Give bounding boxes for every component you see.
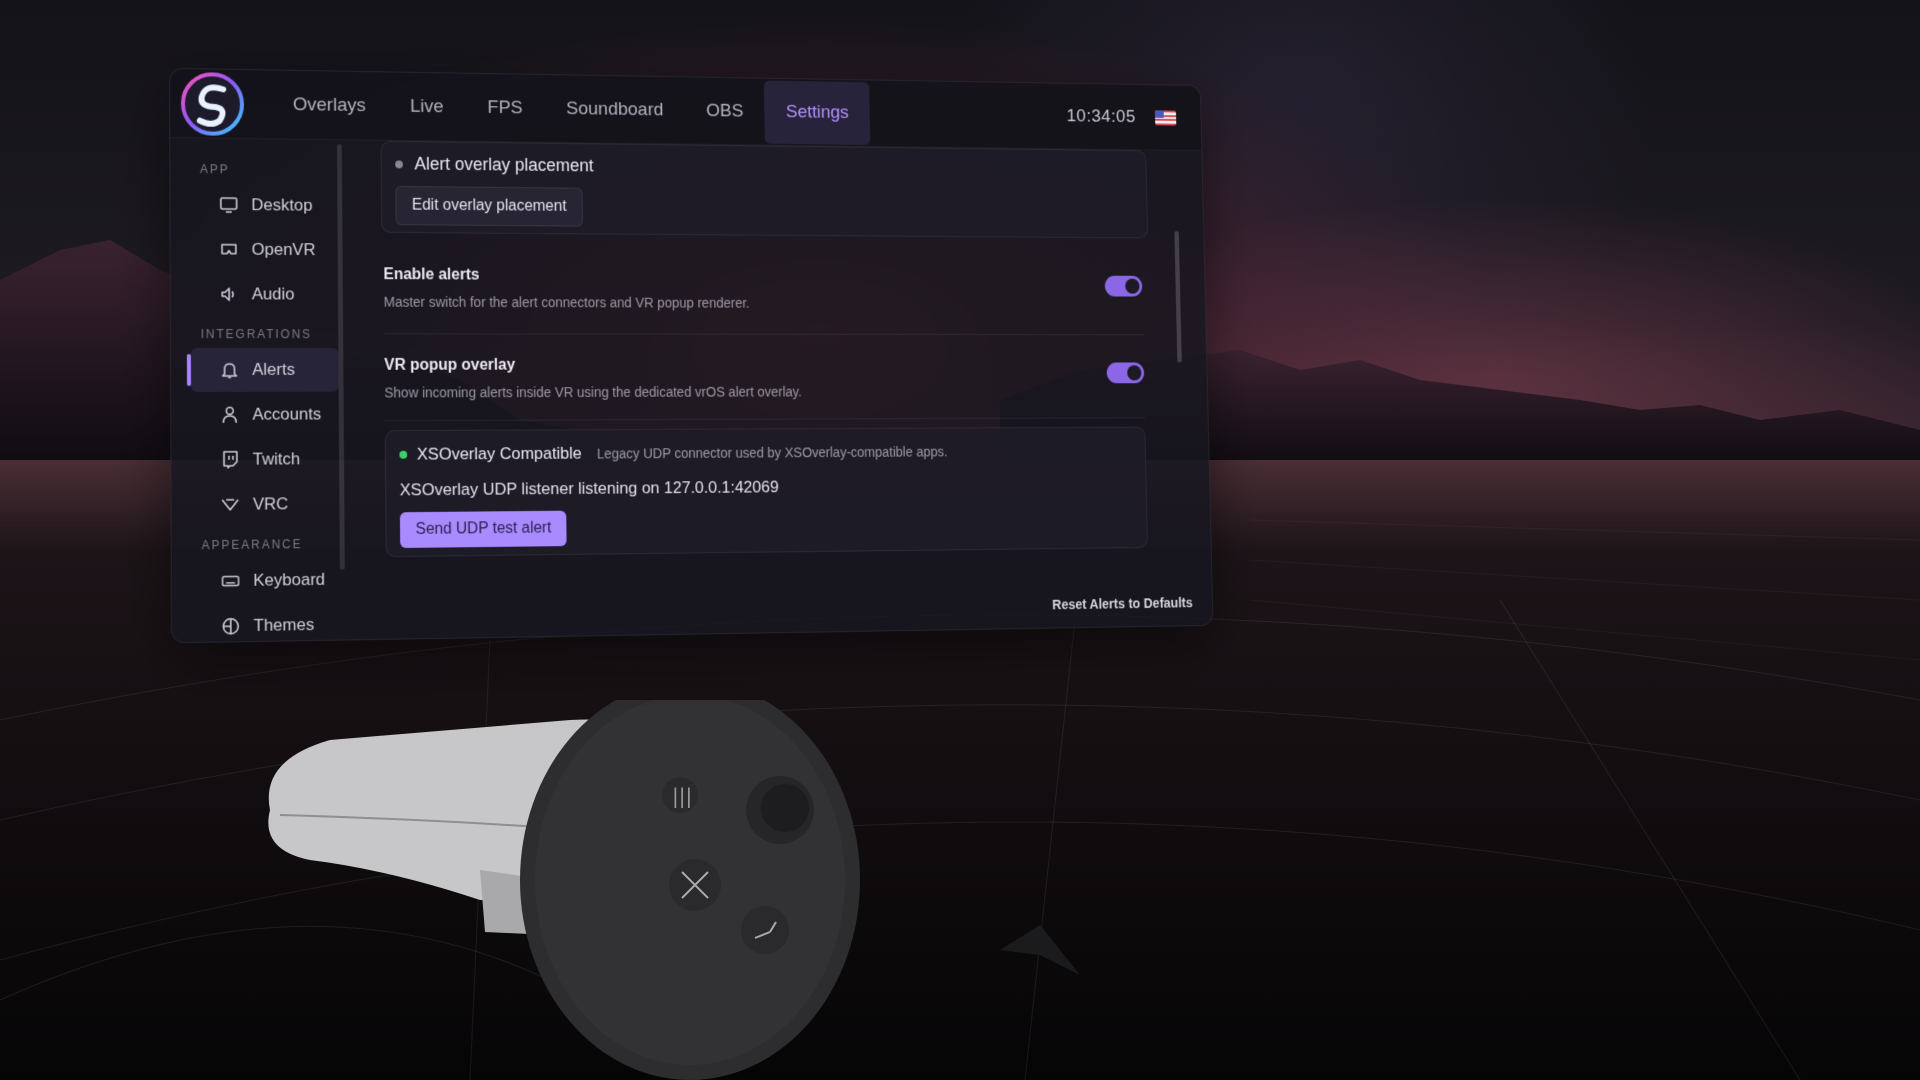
sidebar-item-label: Themes bbox=[254, 615, 315, 636]
tab-settings[interactable]: Settings bbox=[764, 81, 870, 145]
enable-alerts-toggle[interactable] bbox=[1105, 276, 1143, 297]
xsoverlay-listener-status: XSOverlay UDP listener listening on 127.… bbox=[400, 475, 1134, 500]
tab-soundboard[interactable]: Soundboard bbox=[544, 77, 685, 143]
sidebar-section-integrations: INTEGRATIONS bbox=[171, 317, 348, 347]
edit-overlay-placement-button[interactable]: Edit overlay placement bbox=[395, 186, 582, 227]
clock: 10:34:05 bbox=[1066, 106, 1135, 128]
keyboard-icon bbox=[222, 572, 240, 590]
palette-icon bbox=[222, 617, 240, 635]
sidebar-item-twitch[interactable]: Twitch bbox=[191, 437, 339, 482]
overlay-placement-title: Alert overlay placement bbox=[414, 154, 593, 176]
sidebar-item-themes[interactable]: Themes bbox=[192, 603, 341, 650]
sidebar-item-label: Keyboard bbox=[253, 570, 325, 591]
xsoverlay-heading: XSOverlay Compatible Legacy UDP connecto… bbox=[399, 441, 1132, 465]
tab-live[interactable]: Live bbox=[388, 74, 466, 139]
content-scrollbar[interactable] bbox=[1174, 231, 1181, 362]
sidebar-item-alerts[interactable]: Alerts bbox=[191, 348, 339, 392]
vr-popup-overlay-description: Show incoming alerts inside VR using the… bbox=[384, 383, 1144, 400]
sidebar-item-label: VRC bbox=[253, 494, 289, 514]
user-icon bbox=[221, 406, 239, 424]
vr-popup-overlay-row: VR popup overlay Show incoming alerts in… bbox=[384, 357, 1145, 401]
app-logo[interactable] bbox=[178, 68, 247, 138]
svg-text:|||: ||| bbox=[672, 784, 692, 808]
app-logo-icon bbox=[180, 70, 245, 136]
tab-obs[interactable]: OBS bbox=[684, 79, 765, 143]
sidebar-item-label: OpenVR bbox=[252, 240, 316, 260]
enable-alerts-title: Enable alerts bbox=[383, 266, 1142, 287]
overlay-placement-card: Alert overlay placement Edit overlay pla… bbox=[381, 141, 1149, 239]
sidebar-item-label: Alerts bbox=[252, 360, 295, 380]
vrc-icon bbox=[221, 496, 239, 514]
sidebar-item-vrc[interactable]: VRC bbox=[191, 482, 339, 527]
bell-icon bbox=[221, 361, 239, 379]
speaker-icon bbox=[220, 285, 238, 303]
vr-popup-overlay-toggle[interactable] bbox=[1107, 362, 1145, 383]
xsoverlay-title: XSOverlay Compatible bbox=[417, 444, 582, 465]
tab-fps[interactable]: FPS bbox=[465, 76, 545, 141]
enable-alerts-description: Master switch for the alert connectors a… bbox=[384, 294, 1143, 312]
monitor-icon bbox=[220, 196, 238, 214]
xsoverlay-description: Legacy UDP connector used by XSOverlay-c… bbox=[597, 444, 948, 462]
sidebar-item-openvr[interactable]: OpenVR bbox=[190, 228, 337, 272]
divider bbox=[385, 417, 1145, 421]
us-flag-icon[interactable] bbox=[1155, 110, 1176, 125]
vr-headset-icon bbox=[220, 241, 238, 259]
overlay-placement-heading: Alert overlay placement bbox=[395, 154, 1134, 182]
sidebar-item-label: Audio bbox=[252, 284, 295, 304]
enable-alerts-row: Enable alerts Master switch for the aler… bbox=[383, 266, 1142, 311]
vr-popup-overlay-title: VR popup overlay bbox=[384, 357, 1144, 375]
tab-overlays[interactable]: Overlays bbox=[270, 72, 388, 138]
divider bbox=[384, 333, 1143, 335]
main-tabs: Overlays Live FPS Soundboard OBS Setting… bbox=[270, 70, 870, 145]
sidebar-item-label: Accounts bbox=[252, 405, 321, 425]
sidebar-item-desktop[interactable]: Desktop bbox=[190, 183, 337, 228]
twitch-icon bbox=[221, 451, 239, 469]
status-dot-icon bbox=[395, 160, 403, 168]
sidebar-item-label: Twitch bbox=[253, 449, 301, 469]
send-udp-test-alert-button[interactable]: Send UDP test alert bbox=[400, 511, 567, 548]
sidebar-section-appearance: APPEARANCE bbox=[172, 527, 350, 559]
alerts-settings-content: Alert overlay placement Edit overlay pla… bbox=[371, 141, 1192, 600]
xsoverlay-connector-card: XSOverlay Compatible Legacy UDP connecto… bbox=[385, 427, 1148, 557]
sidebar-item-accounts[interactable]: Accounts bbox=[191, 393, 339, 437]
settings-window: Overlays Live FPS Soundboard OBS Setting… bbox=[169, 68, 1214, 644]
settings-sidebar: APP Desktop OpenVR Audio INTEGRATIONS Al… bbox=[170, 138, 350, 642]
sidebar-section-app: APP bbox=[170, 152, 347, 184]
vr-controller: ||| bbox=[250, 700, 890, 1080]
connected-status-dot-icon bbox=[399, 451, 407, 459]
sidebar-item-keyboard[interactable]: Keyboard bbox=[192, 558, 340, 604]
pointer-cursor-icon bbox=[995, 920, 1085, 980]
sidebar-item-label: Desktop bbox=[251, 195, 312, 215]
reset-alerts-defaults-button[interactable]: Reset Alerts to Defaults bbox=[1052, 595, 1193, 612]
sidebar-item-audio[interactable]: Audio bbox=[191, 272, 339, 316]
